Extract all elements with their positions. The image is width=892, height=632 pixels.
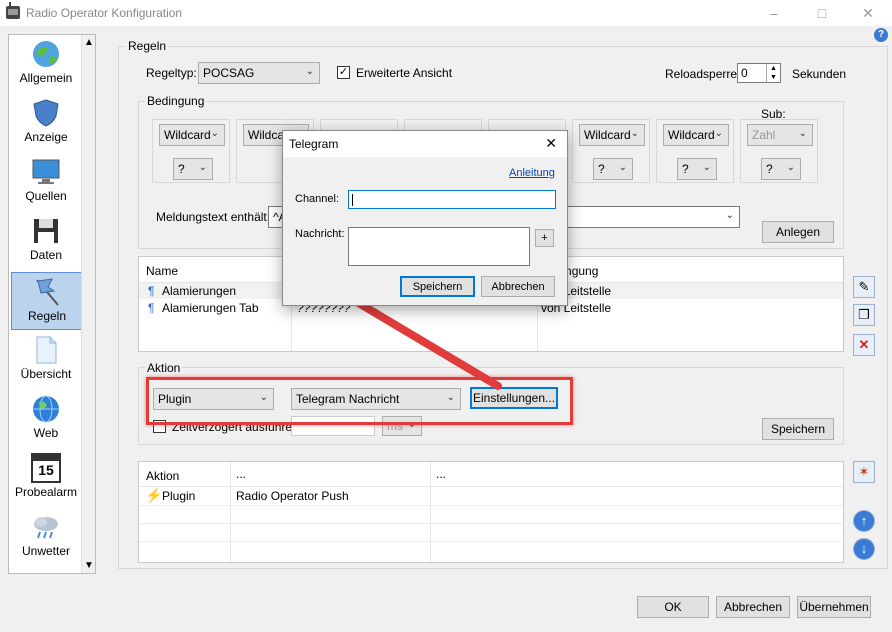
telegram-dialog: Telegram ✕ Anleitung Channel: Nachricht:… — [282, 130, 568, 306]
add-placeholder-button[interactable]: + — [535, 229, 554, 247]
channel-label: Channel: — [295, 193, 340, 205]
dialog-title: Telegram — [289, 137, 339, 151]
dialog-speichern-button[interactable]: Speichern — [400, 276, 475, 297]
nachricht-textarea[interactable] — [348, 227, 530, 266]
annotation-arrow — [297, 268, 502, 390]
dialog-close-icon[interactable]: ✕ — [545, 135, 557, 152]
anleitung-link[interactable]: Anleitung — [509, 167, 555, 179]
dialog-abbrechen-button[interactable]: Abbrechen — [481, 276, 555, 297]
nachricht-label: Nachricht: — [295, 228, 345, 240]
dialog-title-bar: Telegram ✕ — [283, 131, 567, 157]
channel-input[interactable] — [348, 190, 556, 209]
